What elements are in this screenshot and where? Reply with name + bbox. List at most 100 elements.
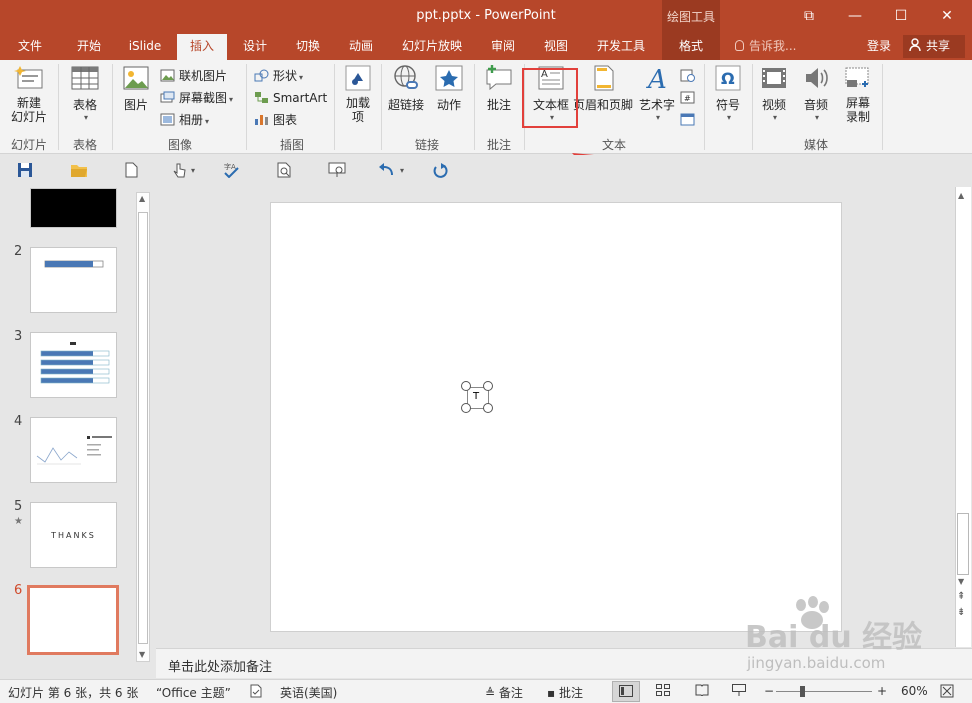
slideshow-button[interactable] bbox=[732, 684, 746, 699]
resize-handle[interactable] bbox=[461, 381, 471, 391]
minimize-button[interactable]: — bbox=[832, 0, 878, 34]
presentation-mode-icon[interactable] bbox=[328, 162, 346, 180]
language-status[interactable]: 英语(美国) bbox=[280, 684, 337, 701]
fit-to-window-icon[interactable] bbox=[940, 684, 954, 701]
chart-button[interactable]: 图表 bbox=[254, 110, 297, 130]
slide-thumbnail-5[interactable]: THANKS bbox=[30, 502, 117, 568]
print-preview-icon[interactable] bbox=[276, 162, 294, 180]
slide-thumbnail-3[interactable] bbox=[30, 332, 117, 398]
comment-button[interactable]: 批注 bbox=[479, 64, 519, 113]
save-icon[interactable] bbox=[17, 162, 35, 180]
spell-check-icon[interactable] bbox=[249, 684, 263, 701]
picture-button[interactable]: 图片 bbox=[117, 64, 155, 113]
tab-file[interactable]: 文件 bbox=[6, 34, 54, 60]
header-footer-button[interactable]: 页眉和页脚 bbox=[572, 64, 634, 113]
context-tab-group-label: 绘图工具 bbox=[662, 0, 720, 34]
speaker-icon bbox=[801, 64, 831, 92]
reading-view-button[interactable] bbox=[695, 684, 709, 699]
slide-thumbnail-4[interactable] bbox=[30, 417, 117, 483]
tab-insert[interactable]: 插入 bbox=[177, 34, 227, 60]
star-action-icon bbox=[434, 64, 464, 92]
ribbon-separator bbox=[704, 64, 705, 150]
tab-review[interactable]: 审阅 bbox=[480, 34, 526, 60]
new-document-icon[interactable] bbox=[124, 162, 142, 180]
group-label-images: 图像 bbox=[167, 138, 192, 152]
tab-transitions[interactable]: 切换 bbox=[284, 34, 332, 60]
touch-mode-icon[interactable]: ▾ bbox=[171, 162, 199, 180]
slide-sorter-button[interactable] bbox=[656, 684, 670, 699]
spelling-check-icon[interactable]: 字A bbox=[222, 162, 240, 180]
slide-number-button[interactable]: # bbox=[680, 88, 699, 108]
scroll-up-icon[interactable]: ▲ bbox=[958, 191, 964, 200]
close-button[interactable]: ✕ bbox=[924, 0, 970, 34]
comments-toggle[interactable]: ▪ 批注 bbox=[547, 684, 583, 701]
tab-view[interactable]: 视图 bbox=[533, 34, 579, 60]
resize-handle[interactable] bbox=[483, 403, 493, 413]
slide-thumbnail-1[interactable] bbox=[30, 188, 117, 228]
tab-design[interactable]: 设计 bbox=[231, 34, 279, 60]
share-button[interactable]: 共享 bbox=[903, 35, 965, 58]
ribbon-display-options-button[interactable]: ⧉ bbox=[786, 0, 832, 34]
open-folder-icon[interactable] bbox=[70, 162, 88, 180]
resize-handle[interactable] bbox=[461, 403, 471, 413]
chevron-down-icon: ▾ bbox=[655, 113, 660, 122]
video-button[interactable]: 视频 ▾ bbox=[756, 64, 792, 122]
photo-album-label: 相册 bbox=[179, 113, 204, 127]
audio-button[interactable]: 音频 ▾ bbox=[798, 64, 834, 122]
sign-in-link[interactable]: 登录 bbox=[867, 34, 891, 58]
ribbon-display-icon: ⧉ bbox=[804, 8, 814, 24]
addins-button[interactable]: 加载 项 bbox=[340, 64, 376, 124]
zoom-in-button[interactable]: + bbox=[877, 684, 887, 698]
notes-toggle[interactable]: ≜ 备注 bbox=[485, 684, 523, 701]
close-icon: ✕ bbox=[941, 8, 953, 24]
new-slide-button[interactable]: 新建 幻灯片 bbox=[4, 64, 54, 124]
scroll-down-icon[interactable]: ▼ bbox=[958, 577, 964, 586]
tab-format[interactable]: 格式 bbox=[662, 34, 720, 60]
thumbnail-scrollbar-thumb[interactable] bbox=[138, 212, 148, 644]
tell-me-box[interactable]: 告诉我... bbox=[735, 34, 796, 60]
action-button[interactable]: 动作 bbox=[431, 64, 467, 113]
photo-album-button[interactable]: 相册 ▾ bbox=[160, 110, 209, 130]
scroll-down-icon[interactable]: ▼ bbox=[139, 650, 145, 659]
zoom-slider-thumb[interactable] bbox=[800, 686, 805, 697]
ribbon-separator bbox=[112, 64, 113, 150]
video-label: 视频 bbox=[761, 98, 786, 112]
chart-label: 图表 bbox=[273, 113, 298, 127]
redo-icon[interactable] bbox=[432, 162, 450, 180]
object-icon bbox=[680, 112, 695, 126]
object-button[interactable] bbox=[680, 110, 699, 130]
tab-home[interactable]: 开始 bbox=[64, 34, 114, 60]
undo-icon[interactable]: ▾ bbox=[378, 162, 408, 180]
zoom-slider[interactable] bbox=[776, 691, 872, 692]
slide-scrollbar[interactable]: ▲ ▼ ⇞ ⇟ bbox=[955, 187, 971, 647]
current-slide[interactable]: T bbox=[270, 202, 842, 632]
ribbon-insert: 新建 幻灯片 表格 ▾ 图片 联机图片 屏幕截图 ▾ 相册 ▾ 形状 ▾ SmartA… bbox=[0, 60, 972, 211]
hyperlink-button[interactable]: 超链接 bbox=[384, 64, 428, 113]
wordart-button[interactable]: A 艺术字 ▾ bbox=[636, 64, 678, 122]
ribbon-separator bbox=[334, 64, 335, 150]
slide-thumbnail-2[interactable] bbox=[30, 247, 117, 313]
shapes-button[interactable]: 形状 ▾ bbox=[254, 66, 303, 86]
normal-view-button[interactable] bbox=[612, 681, 640, 702]
zoom-level[interactable]: 60% bbox=[901, 684, 928, 698]
chevron-down-icon: ▾ bbox=[205, 117, 210, 126]
maximize-button[interactable]: ☐ bbox=[878, 0, 924, 34]
tab-islide[interactable]: iSlide bbox=[120, 34, 170, 60]
resize-handle[interactable] bbox=[483, 381, 493, 391]
slide-thumbnail-6[interactable] bbox=[27, 585, 119, 655]
screenshot-button[interactable]: 屏幕截图 ▾ bbox=[160, 88, 233, 108]
smartart-button[interactable]: SmartArt bbox=[254, 88, 327, 108]
slide-scrollbar-thumb[interactable] bbox=[957, 513, 969, 575]
screen-recording-button[interactable]: 屏幕 录制 bbox=[840, 64, 876, 124]
person-icon bbox=[909, 38, 921, 52]
scroll-up-icon[interactable]: ▲ bbox=[139, 194, 145, 203]
tab-animations[interactable]: 动画 bbox=[337, 34, 385, 60]
tab-slideshow[interactable]: 幻灯片放映 bbox=[394, 34, 470, 60]
table-button[interactable]: 表格 ▾ bbox=[64, 64, 106, 122]
date-time-button[interactable] bbox=[680, 66, 699, 86]
zoom-out-button[interactable]: − bbox=[764, 684, 774, 698]
symbol-button[interactable]: Ω 符号 ▾ bbox=[708, 64, 748, 122]
online-picture-button[interactable]: 联机图片 bbox=[160, 66, 227, 86]
chart-icon bbox=[254, 112, 269, 125]
tab-developer[interactable]: 开发工具 bbox=[586, 34, 656, 60]
